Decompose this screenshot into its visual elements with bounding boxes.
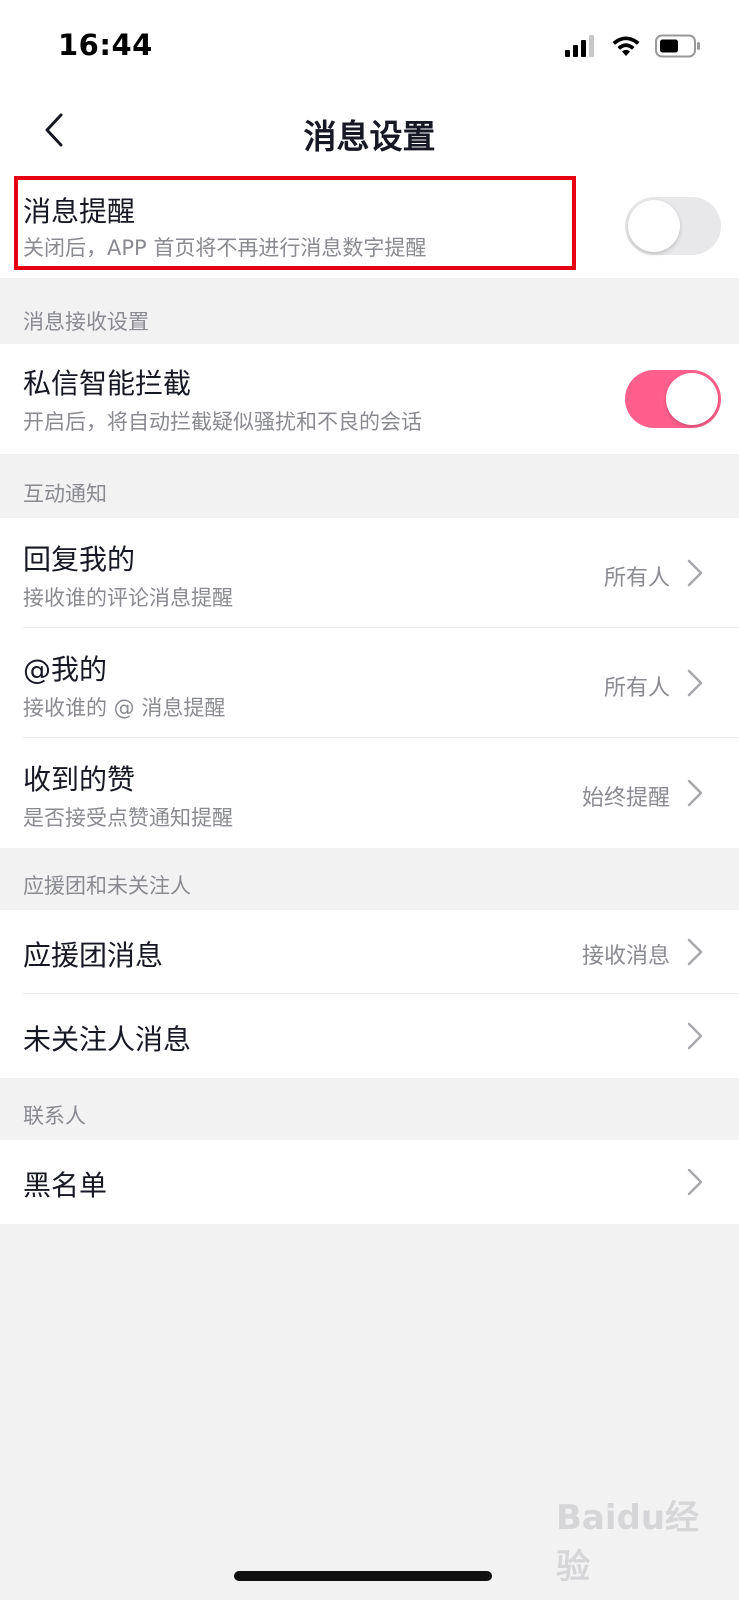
dm-filter-subtitle: 开启后，将自动拦截疑似骚扰和不良的会话 bbox=[23, 410, 422, 434]
chevron-right-icon bbox=[685, 668, 705, 698]
signal-icon bbox=[565, 35, 597, 61]
likes-row[interactable]: 收到的赞 是否接受点赞通知提醒 始终提醒 bbox=[0, 738, 739, 848]
section-interaction: 互动通知 bbox=[23, 482, 107, 506]
chevron-right-icon bbox=[685, 558, 705, 588]
mention-me-title: @我的 bbox=[23, 653, 108, 686]
message-reminder-toggle[interactable] bbox=[625, 197, 721, 255]
reply-me-row[interactable]: 回复我的 接收谁的评论消息提醒 所有人 bbox=[0, 518, 739, 628]
section-contacts: 联系人 bbox=[23, 1104, 86, 1128]
stranger-message-title: 未关注人消息 bbox=[23, 1023, 192, 1056]
dm-filter-row: 私信智能拦截 开启后，将自动拦截疑似骚扰和不良的会话 bbox=[0, 344, 739, 454]
status-icons bbox=[565, 33, 701, 63]
mention-me-row[interactable]: @我的 接收谁的 @ 消息提醒 所有人 bbox=[0, 628, 739, 738]
status-time: 16:44 bbox=[58, 28, 153, 62]
dm-filter-toggle[interactable] bbox=[625, 370, 721, 428]
mention-me-value: 所有人 bbox=[603, 676, 670, 701]
toggle-knob bbox=[666, 373, 718, 425]
section-fan-group: 应援团和未关注人 bbox=[23, 874, 191, 898]
reply-me-subtitle: 接收谁的评论消息提醒 bbox=[23, 586, 233, 610]
section-receive-settings: 消息接收设置 bbox=[23, 310, 149, 334]
fan-group-message-title: 应援团消息 bbox=[23, 939, 164, 972]
fan-group-message-row[interactable]: 应援团消息 接收消息 bbox=[0, 910, 739, 994]
status-bar: 16:44 bbox=[0, 0, 739, 92]
reply-me-value: 所有人 bbox=[603, 566, 670, 591]
home-indicator[interactable] bbox=[234, 1571, 492, 1581]
nav-bar: 消息设置 bbox=[0, 92, 739, 174]
mention-me-subtitle: 接收谁的 @ 消息提醒 bbox=[23, 696, 226, 720]
fan-group-message-value: 接收消息 bbox=[581, 944, 670, 969]
page-title: 消息设置 bbox=[303, 117, 436, 156]
wifi-icon bbox=[611, 35, 641, 61]
highlight-box bbox=[14, 176, 576, 270]
chevron-right-icon bbox=[685, 778, 705, 808]
stranger-message-row[interactable]: 未关注人消息 bbox=[0, 994, 739, 1078]
watermark: Baidu经验 bbox=[556, 1498, 700, 1587]
reply-me-title: 回复我的 bbox=[23, 543, 136, 576]
chevron-right-icon bbox=[685, 1167, 705, 1197]
likes-title: 收到的赞 bbox=[23, 763, 136, 796]
likes-value: 始终提醒 bbox=[581, 786, 670, 811]
battery-icon bbox=[655, 34, 701, 62]
blacklist-row[interactable]: 黑名单 bbox=[0, 1140, 739, 1224]
dm-filter-title: 私信智能拦截 bbox=[23, 367, 192, 400]
chevron-right-icon bbox=[685, 1021, 705, 1051]
chevron-right-icon bbox=[685, 937, 705, 967]
toggle-knob bbox=[628, 200, 680, 252]
likes-subtitle: 是否接受点赞通知提醒 bbox=[23, 806, 233, 830]
blacklist-title: 黑名单 bbox=[23, 1169, 108, 1202]
